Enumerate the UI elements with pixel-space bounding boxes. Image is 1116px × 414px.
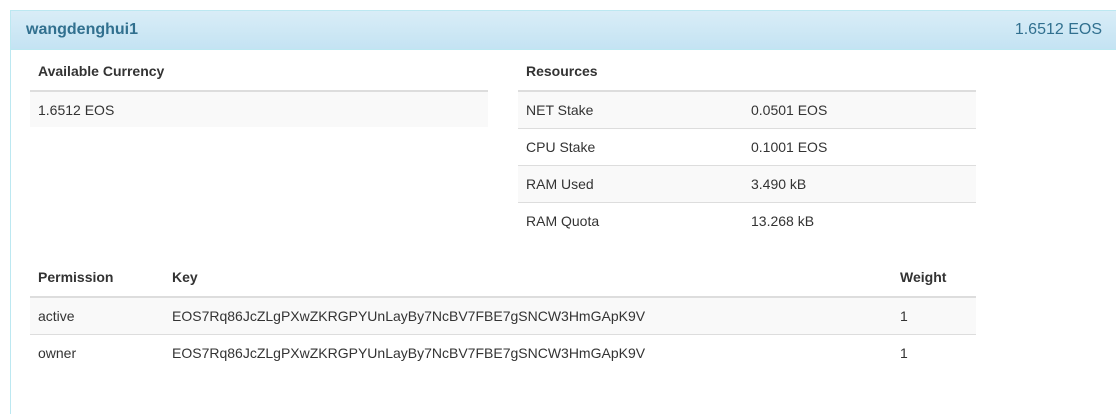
table-row: active EOS7Rq86JcZLgPXwZKRGPYUnLayBy7NcB… xyxy=(30,297,976,335)
table-row: owner EOS7Rq86JcZLgPXwZKRGPYUnLayBy7NcBV… xyxy=(30,334,976,371)
account-header: wangdenghui1 1.6512 EOS xyxy=(11,11,1116,50)
resource-value: 0.1001 EOS xyxy=(743,128,976,166)
resource-value: 13.268 kB xyxy=(743,202,976,239)
resource-label: NET Stake xyxy=(518,91,743,129)
table-row: 1.6512 EOS xyxy=(30,91,488,127)
resource-label: CPU Stake xyxy=(518,128,743,166)
currency-value: 1.6512 EOS xyxy=(30,91,488,127)
resource-value: 3.490 kB xyxy=(743,165,976,203)
resources-table: Resources NET Stake 0.0501 EOS CPU Stake… xyxy=(518,52,976,239)
table-row: CPU Stake 0.1001 EOS xyxy=(518,128,976,166)
public-key: EOS7Rq86JcZLgPXwZKRGPYUnLayBy7NcBV7FBE7g… xyxy=(164,297,892,335)
table-row: RAM Used 3.490 kB xyxy=(518,165,976,203)
column-header-weight: Weight xyxy=(892,258,976,298)
resource-value: 0.0501 EOS xyxy=(743,91,976,129)
public-key: EOS7Rq86JcZLgPXwZKRGPYUnLayBy7NcBV7FBE7g… xyxy=(164,334,892,371)
resource-label: RAM Used xyxy=(518,165,743,203)
account-name: wangdenghui1 xyxy=(26,21,138,38)
header-balance: 1.6512 EOS xyxy=(1014,21,1102,38)
table-row: RAM Quota 13.268 kB xyxy=(518,202,976,239)
permission-weight: 1 xyxy=(892,334,976,371)
currency-header: Available Currency xyxy=(30,52,488,92)
column-header-key: Key xyxy=(164,258,892,298)
table-row: NET Stake 0.0501 EOS xyxy=(518,91,976,129)
currency-table: Available Currency 1.6512 EOS xyxy=(30,52,488,127)
permission-name: owner xyxy=(30,334,164,371)
resource-label: RAM Quota xyxy=(518,202,743,239)
column-header-permission: Permission xyxy=(30,258,164,298)
permissions-table: Permission Key Weight active EOS7Rq86JcZ… xyxy=(30,258,976,371)
resources-header: Resources xyxy=(518,52,976,92)
permission-weight: 1 xyxy=(892,297,976,335)
permission-name: active xyxy=(30,297,164,335)
